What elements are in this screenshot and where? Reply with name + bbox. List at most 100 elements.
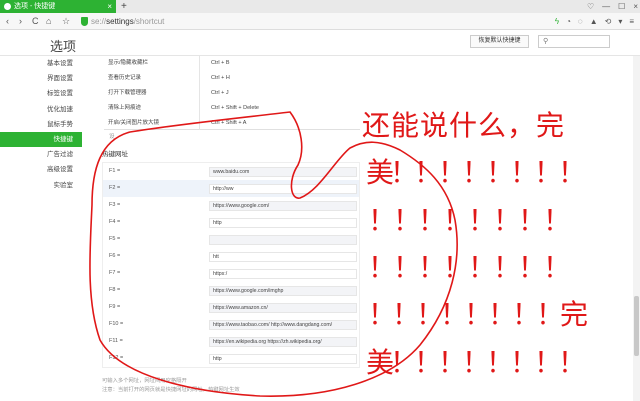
shortcut-key[interactable]: Ctrl + J xyxy=(211,86,229,101)
hotkey-label: F5 = xyxy=(109,236,121,242)
hotkey-url-input[interactable]: https://www.amazon.cn/ xyxy=(209,303,357,313)
search-icon: ⚲ xyxy=(543,38,549,45)
hotkey-url-input[interactable]: https://www.taobao.com/ http://www.dangd… xyxy=(209,320,357,330)
speed-mode-icon[interactable]: ϟ xyxy=(555,13,559,30)
handwriting-line: 美！！！！！！！！ xyxy=(366,156,586,189)
browser-logo-icon xyxy=(4,3,11,10)
hotkey-row: F10 = https://www.taobao.com/ http://www… xyxy=(103,316,359,333)
section-partial-label: 设 xyxy=(109,134,115,140)
back-button[interactable]: ‹ xyxy=(6,13,9,30)
hotkey-row: F11 = https://en.wikipedia.org https://z… xyxy=(103,333,359,350)
hotkey-row: F3 = https://www.google.com/ xyxy=(103,197,359,214)
shortcut-label: 打开下载管理器 xyxy=(108,90,147,96)
dropdown-icon[interactable]: ▾ xyxy=(618,13,622,30)
hotkey-label: F3 = xyxy=(109,202,121,208)
home-button[interactable]: ⌂ xyxy=(46,13,51,30)
handwriting-line: 美！！！！！！！！ xyxy=(366,346,586,379)
shortcut-label: 开启/关闭图片放大镜 xyxy=(108,120,160,126)
shortcut-row[interactable]: 开启/关闭图片放大镜 Ctrl + Shift + A xyxy=(104,116,360,131)
sidebar-item-shortcuts[interactable]: 快捷键 xyxy=(0,131,82,148)
hotkey-row: F1 = www.baidu.com xyxy=(103,163,359,180)
hotkey-row: F7 = https:/ xyxy=(103,265,359,282)
hotkey-url-input[interactable]: https://en.wikipedia.org https://zh.wiki… xyxy=(209,337,357,347)
shortcut-label: 查看历史记录 xyxy=(108,75,142,81)
hotkey-label: F2 = xyxy=(109,185,121,191)
hotkey-label: F9 = xyxy=(109,304,121,310)
shortcut-row[interactable]: 查看历史记录 Ctrl + H xyxy=(104,71,360,86)
hotkey-url-input[interactable]: https:/ xyxy=(209,269,357,279)
hotkey-label: F6 = xyxy=(109,253,121,259)
sidebar-item-tabs[interactable]: 标签设置 xyxy=(0,86,82,101)
tab-title: 选项 - 快捷键 xyxy=(14,3,56,10)
tab-close-icon[interactable]: × xyxy=(107,0,112,13)
cloud-icon[interactable]: ▲ xyxy=(590,13,598,30)
settings-sidebar: 基本设置 界面设置 标签设置 优化加速 鼠标手势 快捷键 广告过滤 高级设置 实… xyxy=(0,56,82,193)
handwriting-line: ！！！！！！！！ xyxy=(368,204,571,237)
extension-icon[interactable]: ◔ xyxy=(566,13,571,30)
url-scheme: se:// xyxy=(91,17,107,26)
shortcut-key[interactable]: Ctrl + Shift + A xyxy=(211,116,246,131)
shortcut-key[interactable]: Ctrl + H xyxy=(211,71,230,86)
bookmark-star-icon[interactable]: ☆ xyxy=(62,13,70,30)
page-title: 选项 xyxy=(50,39,77,54)
hotkey-url-input[interactable]: http xyxy=(209,218,357,228)
active-tab[interactable]: 选项 - 快捷键 × xyxy=(0,0,116,13)
hotkey-url-input[interactable]: http://ww xyxy=(209,184,357,194)
shortcut-row[interactable]: 打开下载管理器 Ctrl + J xyxy=(104,86,360,101)
sidebar-item-optimize[interactable]: 优化加速 xyxy=(0,102,82,117)
reload-button[interactable]: C xyxy=(32,13,39,30)
title-bar: 选项 - 快捷键 × + ♡ — ☐ × xyxy=(0,0,640,13)
handwriting-line: ！！！！！！！！完 xyxy=(368,298,588,331)
new-tab-button[interactable]: + xyxy=(121,0,127,13)
sidebar-item-advanced[interactable]: 高级设置 xyxy=(0,162,82,177)
scrollbar-thumb[interactable] xyxy=(634,296,639,356)
url-path: settings xyxy=(106,17,134,26)
shortcut-label: 清除上网痕迹 xyxy=(108,105,142,111)
shortcut-row[interactable]: 显示/隐藏收藏栏 Ctrl + B xyxy=(104,56,360,71)
address-bar[interactable]: se://settings/shortcut xyxy=(91,13,164,30)
handwriting-line: ！！！！！！！！ xyxy=(368,251,571,284)
settings-search[interactable]: ⚲ xyxy=(538,35,610,48)
hotkey-url-input[interactable]: https://www.google.com/ xyxy=(209,201,357,211)
hotkey-url-input[interactable]: http xyxy=(209,354,357,364)
hotkey-row: F9 = https://www.amazon.cn/ xyxy=(103,299,359,316)
forward-button[interactable]: › xyxy=(19,13,22,30)
hotkey-row: F4 = http xyxy=(103,214,359,231)
sidebar-item-interface[interactable]: 界面设置 xyxy=(0,71,82,86)
sidebar-item-adblock[interactable]: 广告过滤 xyxy=(0,147,82,162)
restore-defaults-button[interactable]: 恢复默认快捷键 xyxy=(470,35,529,48)
browser-window: 选项 - 快捷键 × + ♡ — ☐ × ‹ › C ⌂ ☆ se://sett… xyxy=(0,0,640,401)
shortcut-key[interactable]: Ctrl + B xyxy=(211,56,230,71)
screenshot-icon[interactable]: ◌ xyxy=(578,13,583,30)
sidebar-item-lab[interactable]: 实验室 xyxy=(0,178,82,193)
hotkey-row: F2 = http://ww xyxy=(103,180,359,197)
hotkey-label: F10 = xyxy=(109,321,124,327)
shortcut-row[interactable]: 清除上网痕迹 Ctrl + Shift + Delete xyxy=(104,101,360,116)
undo-icon[interactable]: ⟲ xyxy=(605,13,612,30)
hotkey-note: 可输入多个网址，网址间用空格隔开 xyxy=(102,378,187,384)
shortcut-key[interactable]: Ctrl + Shift + Delete xyxy=(211,101,259,116)
hotkey-url-input[interactable]: htt xyxy=(209,252,357,262)
hotkey-row: F12 = http xyxy=(103,350,359,367)
hotkey-url-input[interactable]: www.baidu.com xyxy=(209,167,357,177)
window-controls: ♡ — ☐ × xyxy=(587,0,638,13)
handwriting-line: 还能说什么，完 xyxy=(362,109,566,142)
search-input[interactable] xyxy=(551,37,607,46)
security-shield-icon xyxy=(81,17,88,26)
sidebar-item-gestures[interactable]: 鼠标手势 xyxy=(0,117,82,132)
hotkey-row: F5 = xyxy=(103,231,359,248)
hotkey-label: F12 = xyxy=(109,355,124,361)
hotkey-label: F11 = xyxy=(109,338,123,344)
menu-icon[interactable]: ≡ xyxy=(629,13,634,30)
close-window-button[interactable]: × xyxy=(633,0,638,13)
favorites-icon[interactable]: ♡ xyxy=(587,0,594,13)
hotkey-label: F4 = xyxy=(109,219,121,225)
hotkey-url-input[interactable]: https://www.google.com/imghp xyxy=(209,286,357,296)
sidebar-item-basic[interactable]: 基本设置 xyxy=(0,56,82,71)
address-toolbar: ‹ › C ⌂ ☆ se://settings/shortcut ϟ ◔ ◌ ▲… xyxy=(0,13,640,30)
hotkey-row: F8 = https://www.google.com/imghp xyxy=(103,282,359,299)
maximize-button[interactable]: ☐ xyxy=(618,0,625,13)
minimize-button[interactable]: — xyxy=(602,0,610,13)
hotkey-url-input[interactable] xyxy=(209,235,357,245)
page-scrollbar[interactable] xyxy=(633,56,640,401)
